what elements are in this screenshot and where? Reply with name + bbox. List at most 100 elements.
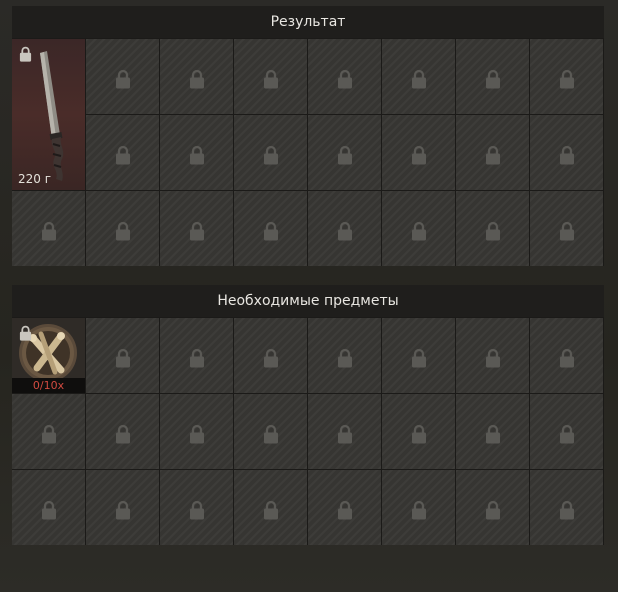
locked-slot	[160, 191, 233, 266]
locked-slot	[308, 191, 381, 266]
locked-slot	[12, 470, 85, 545]
lock-icon	[263, 221, 279, 241]
locked-slot	[308, 470, 381, 545]
locked-slot	[86, 39, 159, 114]
locked-slot	[234, 318, 307, 393]
result-header: Результат	[12, 6, 604, 38]
knife-icon	[40, 51, 64, 181]
locked-slot	[382, 115, 455, 190]
required-item-slot[interactable]: 0/10x	[12, 318, 85, 393]
lock-icon	[411, 69, 427, 89]
lock-icon	[485, 500, 501, 520]
locked-slot	[530, 394, 603, 469]
lock-icon	[411, 221, 427, 241]
lock-icon	[337, 424, 353, 444]
locked-slot	[160, 394, 233, 469]
locked-slot	[382, 191, 455, 266]
locked-slot	[86, 394, 159, 469]
lock-icon	[263, 424, 279, 444]
locked-slot	[456, 39, 529, 114]
lock-icon	[41, 221, 57, 241]
locked-slot	[382, 39, 455, 114]
item-weight: 220 г	[18, 172, 52, 186]
lock-icon	[189, 348, 205, 368]
locked-slot	[86, 191, 159, 266]
locked-slot	[456, 191, 529, 266]
lock-icon	[411, 145, 427, 165]
locked-slot	[308, 318, 381, 393]
lock-icon	[19, 325, 32, 341]
locked-slot	[12, 394, 85, 469]
lock-icon	[19, 46, 32, 62]
lock-icon	[559, 145, 575, 165]
lock-icon	[115, 145, 131, 165]
lock-icon	[189, 221, 205, 241]
locked-slot	[456, 394, 529, 469]
locked-slot	[530, 39, 603, 114]
locked-slot	[234, 394, 307, 469]
required-header: Необходимые предметы	[12, 285, 604, 317]
lock-icon	[411, 424, 427, 444]
lock-icon	[189, 145, 205, 165]
locked-slot	[234, 470, 307, 545]
lock-icon	[559, 424, 575, 444]
lock-icon	[115, 221, 131, 241]
lock-icon	[337, 348, 353, 368]
lock-icon	[115, 69, 131, 89]
lock-icon	[263, 348, 279, 368]
lock-icon	[559, 348, 575, 368]
locked-slot	[456, 115, 529, 190]
required-panel: Необходимые предметы 0/10x	[12, 285, 604, 545]
lock-icon	[485, 69, 501, 89]
required-grid: 0/10x	[12, 317, 604, 545]
lock-icon	[41, 424, 57, 444]
locked-slot	[382, 470, 455, 545]
locked-slot	[160, 115, 233, 190]
lock-icon	[115, 424, 131, 444]
locked-slot	[86, 318, 159, 393]
lock-icon	[263, 145, 279, 165]
lock-icon	[189, 500, 205, 520]
locked-slot	[382, 318, 455, 393]
locked-slot	[160, 39, 233, 114]
lock-icon	[115, 348, 131, 368]
lock-icon	[189, 424, 205, 444]
lock-icon	[263, 500, 279, 520]
result-panel: Результат 220 г	[12, 6, 604, 266]
locked-slot	[530, 115, 603, 190]
result-grid: 220 г	[12, 38, 604, 266]
locked-slot	[160, 470, 233, 545]
locked-slot	[456, 318, 529, 393]
lock-icon	[411, 348, 427, 368]
lock-icon	[485, 221, 501, 241]
lock-icon	[485, 348, 501, 368]
lock-icon	[189, 69, 205, 89]
item-count: 0/10x	[12, 378, 85, 393]
lock-icon	[337, 145, 353, 165]
lock-icon	[115, 500, 131, 520]
locked-slot	[530, 318, 603, 393]
lock-icon	[559, 221, 575, 241]
result-item-slot[interactable]: 220 г	[12, 39, 85, 190]
locked-slot	[160, 318, 233, 393]
locked-slot	[234, 39, 307, 114]
locked-slot	[530, 191, 603, 266]
locked-slot	[12, 191, 85, 266]
locked-slot	[234, 115, 307, 190]
lock-icon	[41, 500, 57, 520]
locked-slot	[86, 470, 159, 545]
lock-icon	[559, 500, 575, 520]
lock-icon	[337, 500, 353, 520]
lock-icon	[559, 69, 575, 89]
lock-icon	[485, 145, 501, 165]
lock-icon	[411, 500, 427, 520]
lock-icon	[337, 69, 353, 89]
locked-slot	[308, 39, 381, 114]
locked-slot	[234, 191, 307, 266]
lock-icon	[485, 424, 501, 444]
locked-slot	[308, 115, 381, 190]
locked-slot	[86, 115, 159, 190]
locked-slot	[308, 394, 381, 469]
locked-slot	[382, 394, 455, 469]
lock-icon	[337, 221, 353, 241]
